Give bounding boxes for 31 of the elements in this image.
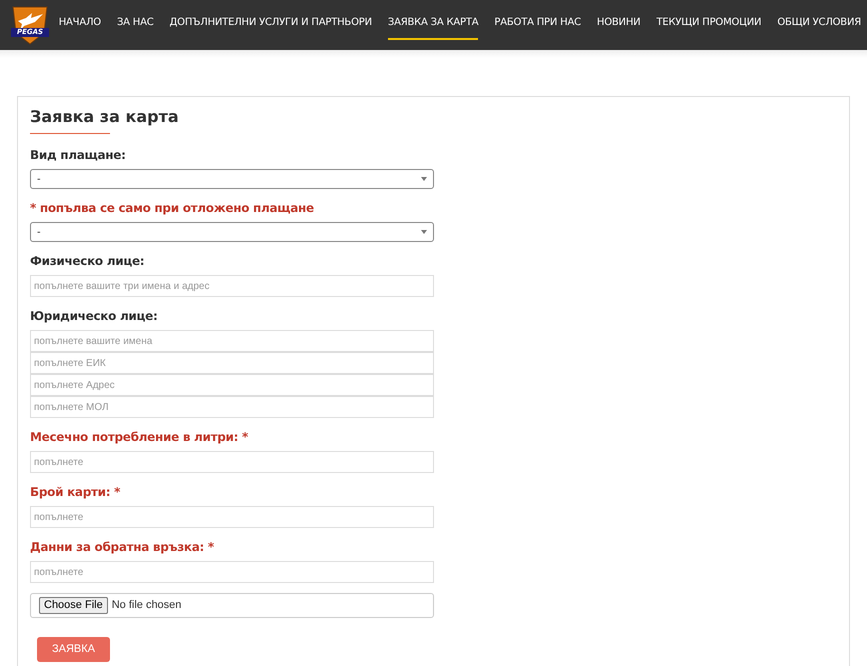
field-label: Физическо лице: xyxy=(30,253,146,270)
nav-link[interactable]: ЗАЯВКА ЗА КАРТА xyxy=(388,10,478,40)
file-field[interactable]: Choose File No file chosen xyxy=(30,593,434,618)
nav-link[interactable]: ЗА НАС xyxy=(116,10,154,40)
select-field[interactable]: - xyxy=(30,169,434,189)
file-status: No file chosen xyxy=(112,598,182,614)
field-label: Юридическо лице: xyxy=(30,308,158,325)
input-field[interactable]: попълнете xyxy=(30,451,434,473)
field-label: Вид плащане: xyxy=(30,147,127,164)
input-field[interactable]: попълнете Адрес xyxy=(30,374,434,396)
nav-link[interactable]: ДОПЪЛНИТЕЛНИ УСЛУГИ И ПАРТНЬОРИ xyxy=(170,10,372,40)
input-field[interactable]: попълнете ЕИК xyxy=(30,352,434,374)
input-field[interactable]: попълнете вашите три имена и адрес xyxy=(30,275,434,297)
nav-link[interactable]: ОБЩИ УСЛОВИЯ xyxy=(777,10,861,40)
input-field[interactable]: попълнете МОЛ xyxy=(30,396,434,418)
select-field[interactable]: - xyxy=(30,222,434,242)
input-field[interactable]: попълнете вашите имена xyxy=(30,330,434,352)
input-field[interactable]: попълнете xyxy=(30,506,434,528)
field-label: Месечно потребление в литри: * xyxy=(30,429,249,446)
input-field[interactable]: попълнете xyxy=(30,561,434,583)
nav-link[interactable]: РАБОТА ПРИ НАС xyxy=(494,10,581,40)
nav-link[interactable]: НОВИНИ xyxy=(596,10,640,40)
choose-file-button[interactable]: Choose File xyxy=(39,597,108,614)
caret-icon xyxy=(421,230,427,234)
nav-link[interactable]: НАЧАЛО xyxy=(58,10,101,40)
caret-icon xyxy=(421,177,427,181)
form-title: Заявка за карта xyxy=(30,107,179,126)
field-label: Брой карти: * xyxy=(30,484,122,501)
field-label: * попълва се само при отложено плащане xyxy=(30,200,315,217)
field-label: Данни за обратна връзка: * xyxy=(30,539,215,556)
nav-link[interactable]: ТЕКУЩИ ПРОМОЦИИ xyxy=(656,10,762,40)
